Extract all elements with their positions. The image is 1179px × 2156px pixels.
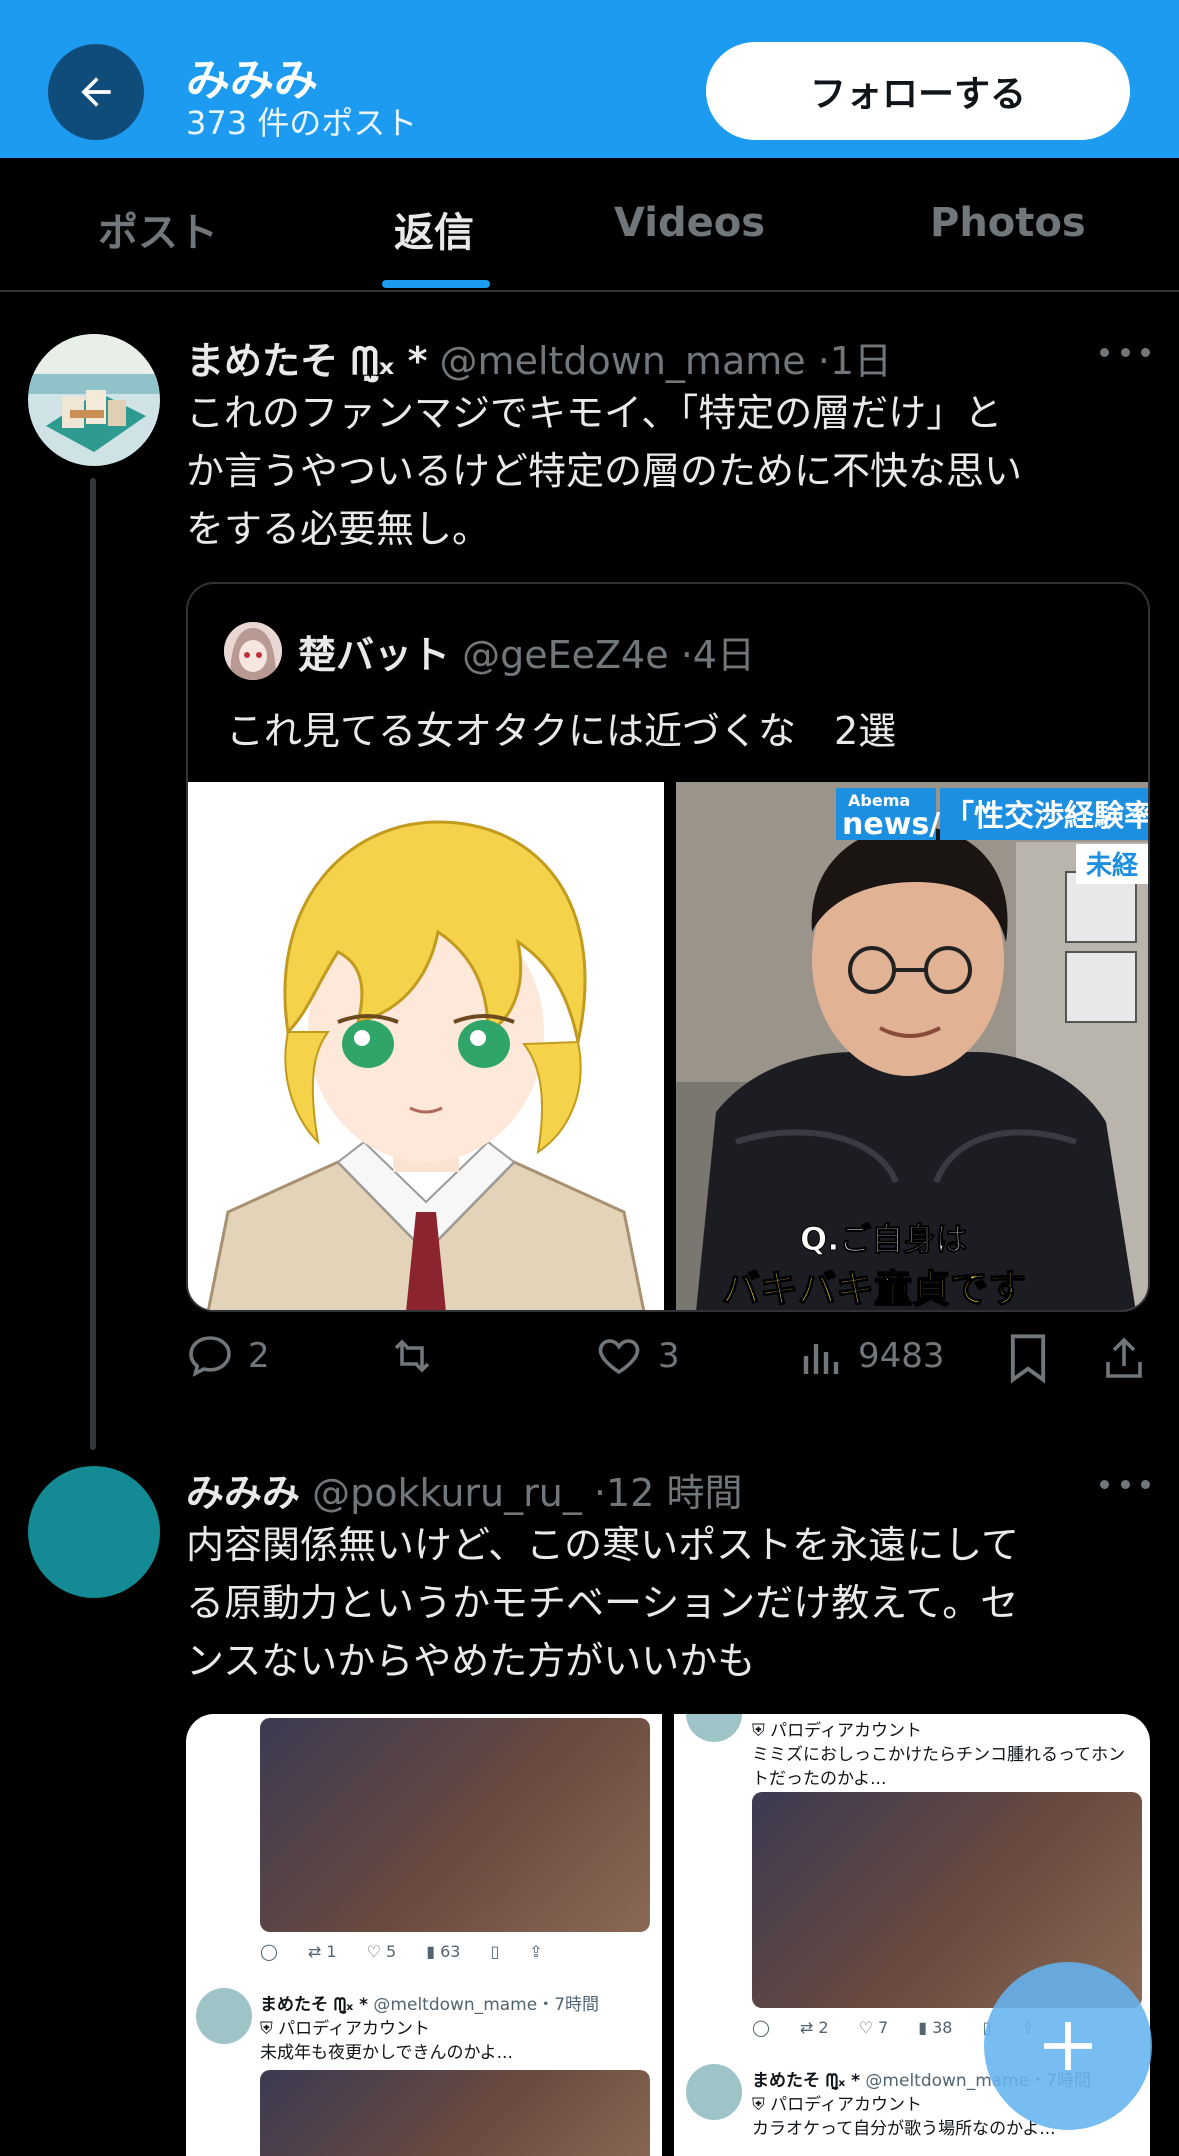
quote-header: 楚バット @geEeZ4e ·4日 [298,624,755,679]
like-count: 3 [658,1336,680,1376]
plus-icon [1044,2022,1092,2070]
quote-author-name[interactable]: 楚バット [298,633,450,677]
share-button[interactable] [1100,1332,1148,1384]
mini-like-count: ♡ 5 [366,1942,397,1961]
mini-avatar [686,2064,742,2120]
post-time[interactable]: 1日 [830,339,892,383]
tab-posts[interactable]: ポスト [98,200,218,258]
share-icon [1106,1337,1142,1378]
dot-separator: · [680,633,693,677]
quote-image-anime[interactable] [188,782,664,1310]
post-header: まめたそ ᗰ̤̮ₓ * @meltdown_mame ·1日 [186,330,892,385]
post-count: 373 件のポスト [186,104,418,142]
anime-screenshot [260,2070,650,2156]
thread-line [90,478,96,1450]
screenshot-image-left[interactable]: ◯ ⇄ 1 ♡ 5 ▮ 63 ▯ ⇪ まめたそ ᗰ̤̮ₓ * @meltdown… [186,1714,662,2156]
post-text-line: る原動力というかモチベーションだけ教えて。セ [186,1581,1019,1625]
quote-time[interactable]: 4日 [693,633,755,677]
tab-videos[interactable]: Videos [614,200,765,246]
avatar[interactable] [28,1466,160,1598]
mini-share-icon: ⇪ [529,1942,543,1961]
views-icon [803,1344,839,1374]
mini-like-count: ♡ 7 [858,2018,889,2037]
post-text-line: ンスないからやめた方がいいかも [186,1639,756,1683]
mini-text: トだったのかよ... [752,1769,887,1789]
follow-button[interactable]: フォローする [706,42,1130,140]
mini-view-count: ▮ 38 [918,2018,953,2037]
dot-separator: · [817,339,830,383]
back-button[interactable] [48,44,144,140]
mini-author: まめたそ ᗰ̤̮ₓ * @meltdown_mame・7時間 [260,1995,600,2015]
more-dots-icon[interactable] [1100,1474,1150,1494]
quote-image-news[interactable]: Abema news/ 「性交渉経験率 未経 Q.ご自身は バキバキ童貞です [676,782,1150,1311]
author-handle[interactable]: @meltdown_mame [440,339,806,383]
dot-separator: · [593,1471,607,1515]
avatar-image [28,334,160,466]
author-handle[interactable]: @pokkuru_ru_ [312,1471,582,1515]
post-text: これのファンマジでキモイ、「特定の層だけ」と か言うやついるけど特定の層のために… [186,384,1022,558]
profile-header: みみみ 373 件のポスト フォローする [0,0,1179,158]
post-text-line: か言うやついるけど特定の層のために不快な思い [186,449,1023,493]
mini-repost-count: ⇄ 2 [799,2018,829,2037]
mini-avatar [686,1714,742,1742]
active-tab-indicator [382,280,490,288]
mini-repost-count: ⇄ 1 [307,1942,337,1961]
repost-button[interactable] [386,1332,452,1380]
reply-icon [189,1336,231,1377]
mini-badge: ⛨ パロディアカウント [260,2019,430,2039]
view-count: 9483 [858,1336,945,1376]
post-text-line: これのファンマジでキモイ、「特定の層だけ」と [186,391,1003,435]
bookmark-button[interactable] [1006,1332,1050,1384]
mini-actions: ◯ ⇄ 1 ♡ 5 ▮ 63 ▯ ⇪ [260,1942,543,1961]
post-time[interactable]: 12 時間 [606,1471,742,1515]
more-dots-icon[interactable] [1100,342,1150,362]
mini-avatar [196,1988,252,2044]
views-button[interactable]: 9483 [800,1332,945,1380]
news-caption-2: バキバキ童貞です [722,1267,1026,1311]
mini-text: カラオケって自分が歌う場所なのかよ... [752,2119,1056,2139]
mini-badge: ⛨ パロディアカウント [752,1721,922,1741]
bookmark-icon [1010,1334,1046,1384]
avatar[interactable] [28,334,160,466]
quote-text: これ見てる女オタクには近づくな 2選 [226,709,897,753]
mini-badge: ⛨ パロディアカウント [752,2095,922,2115]
reply-button[interactable]: 2 [186,1332,270,1380]
news-logo: news/ [842,807,940,842]
arrow-left-icon [81,77,111,107]
post-text-line: 内容関係無いけど、この寒いポストを永遠にして [186,1523,1019,1567]
mini-bookmark-icon: ▯ [490,1942,500,1961]
post-text: 内容関係無いけど、この寒いポストを永遠にして る原動力というかモチベーションだけ… [186,1516,1019,1690]
post-text-line: をする必要無し。 [186,507,491,551]
mini-text: 未成年も夜更かしできんのかよ... [260,2043,513,2063]
tab-replies[interactable]: 返信 [394,200,474,258]
anime-character-image [188,782,664,1310]
author-name[interactable]: みみみ [186,1471,300,1515]
post-header: みみみ @pokkuru_ru_ ·12 時間 [186,1462,742,1517]
mini-view-count: ▮ 63 [426,1942,461,1961]
quote-author-handle[interactable]: @geEeZ4e [462,633,668,677]
post-actions: 2 3 9483 [186,1332,1150,1388]
compose-button[interactable] [984,1962,1152,2130]
profile-tabs: ポスト 返信 Videos Photos [0,158,1179,292]
news-caption-1: Q.ご自身は [800,1220,967,1258]
author-name[interactable]: まめたそ ᗰ̤̮ₓ * [186,339,427,383]
news-banner-2: 未経 [1086,850,1139,881]
news-photo-image: Abema news/ 「性交渉経験率 未経 Q.ご自身は バキバキ童貞です [676,782,1150,1311]
repost-icon [394,1339,430,1373]
mini-text: ミミズにおしっこかけたらチンコ腫れるってホン [752,1745,1126,1765]
tab-photos[interactable]: Photos [930,200,1086,246]
like-button[interactable]: 3 [594,1332,680,1380]
heart-icon [598,1339,640,1375]
reply-count: 2 [248,1336,270,1376]
mini-reply-icon: ◯ [752,2018,770,2037]
anime-screenshot [260,1718,650,1932]
mini-reply-icon: ◯ [260,1942,278,1961]
quoted-post[interactable]: 楚バット @geEeZ4e ·4日 これ見てる女オタクには近づくな 2選 Abe… [186,582,1150,1312]
news-banner: 「性交渉経験率 [944,799,1150,834]
quote-avatar [224,622,282,680]
